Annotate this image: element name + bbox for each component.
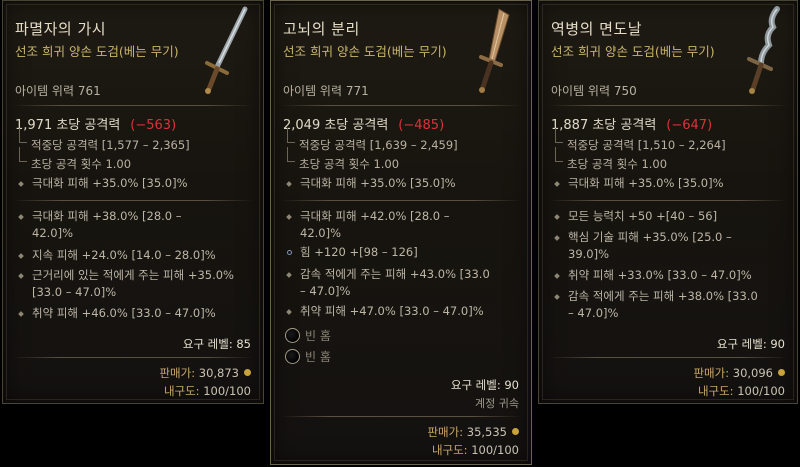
item-name: 역병의 면도날: [551, 20, 643, 38]
item-power: 아이템 위력 761: [15, 84, 101, 98]
dps-line: 1,887 초당 공격력 (−647): [551, 114, 712, 133]
socket-icon: [285, 349, 300, 364]
account-bound: 계정 귀속: [475, 397, 519, 410]
affix-4: 취약 피해 +47.0% [33.0 – 47.0]%: [286, 303, 517, 320]
sell-price: 판매가: 35,535: [427, 424, 519, 440]
tooltip-header: 역병의 면도날 선조 희귀 양손 도검(베는 무기) 아이템 위력 750: [539, 1, 797, 103]
item-power: 아이템 위력 750: [551, 84, 637, 98]
divider: [549, 357, 787, 358]
dps-value: 1,887 초당 공격력: [551, 118, 657, 133]
empty-socket-2[interactable]: 빈 홈: [285, 348, 331, 366]
dps-line: 1,971 초당 공격력 (−563): [15, 114, 176, 133]
affix-1: 극대화 피해 +42.0% [28.0 – 42.0]%: [286, 208, 487, 242]
gold-coin-icon: [244, 369, 251, 376]
divider: [281, 416, 521, 417]
affix-1: 극대화 피해 +38.0% [28.0 – 42.0]%: [18, 208, 219, 242]
divider: [13, 200, 253, 201]
affix-1: 모든 능력치 +50 +[40 – 56]: [554, 208, 785, 225]
sell-price: 판매가: 30,873: [159, 365, 251, 381]
implicit-affix: 극대화 피해 +35.0% [35.0]%: [18, 175, 249, 192]
item-power: 아이템 위력 771: [283, 84, 369, 98]
divider: [13, 105, 253, 106]
two-handed-sword-icon: [479, 8, 510, 93]
item-tooltip-1: 파멸자의 가시 선조 희귀 양손 도검(베는 무기) 아이템 위력 761 1,…: [2, 0, 264, 404]
required-level: 요구 레벨: 90: [450, 378, 519, 392]
divider: [549, 105, 787, 106]
dps-value: 1,971 초당 공격력: [15, 118, 121, 133]
divider: [13, 357, 253, 358]
attacks-per-second: 초당 공격 횟수 1.00: [555, 147, 667, 172]
socket-icon: [285, 328, 300, 343]
affix-3: 감속 적에게 주는 피해 +43.0% [33.0 – 47.0]%: [286, 266, 497, 300]
affix-2: 힘 +120 +[98 – 126]: [287, 244, 517, 261]
two-handed-sword-icon: [747, 6, 780, 94]
affix-4: 감속 적에게 주는 피해 +38.0% [33.0 – 47.0]%: [554, 288, 760, 322]
durability: 내구도: 100/100: [163, 384, 251, 398]
attacks-per-second: 초당 공격 횟수 1.00: [287, 147, 399, 172]
empty-socket-1[interactable]: 빈 홈: [285, 327, 331, 345]
attacks-per-second: 초당 공격 횟수 1.00: [19, 147, 131, 172]
dps-delta: (−563): [130, 118, 177, 133]
item-type: 선조 희귀 양손 도검(베는 무기): [15, 44, 179, 59]
dps-delta: (−485): [398, 118, 445, 133]
required-level: 요구 레벨: 90: [716, 337, 785, 351]
gold-coin-icon: [512, 428, 519, 435]
durability: 내구도: 100/100: [431, 443, 519, 457]
affix-2: 지속 피해 +24.0% [14.0 – 28.0]%: [18, 247, 249, 264]
dps-line: 2,049 초당 공격력 (−485): [283, 114, 444, 133]
damage-per-hit: 적중당 공격력 [1,510 – 2,264]: [555, 128, 726, 153]
affix-2: 핵심 기술 피해 +35.0% [25.0 – 39.0]%: [554, 229, 765, 263]
divider: [281, 105, 521, 106]
implicit-affix: 극대화 피해 +35.0% [35.0]%: [554, 175, 785, 192]
divider: [281, 200, 521, 201]
dps-value: 2,049 초당 공격력: [283, 118, 389, 133]
item-tooltip-3: 역병의 면도날 선조 희귀 양손 도검(베는 무기) 아이템 위력 750 1,…: [538, 0, 798, 404]
two-handed-sword-icon: [205, 6, 248, 94]
durability: 내구도: 100/100: [697, 384, 785, 398]
affix-3: 근거리에 있는 적에게 주는 피해 +35.0% [33.0 – 47.0]%: [18, 267, 234, 301]
affix-4: 취약 피해 +46.0% [33.0 – 47.0]%: [18, 305, 249, 322]
item-name: 파멸자의 가시: [15, 20, 107, 38]
gold-coin-icon: [778, 369, 785, 376]
implicit-affix: 극대화 피해 +35.0% [35.0]%: [286, 175, 517, 192]
dps-delta: (−647): [666, 118, 713, 133]
item-tooltip-2: 고뇌의 분리 선조 희귀 양손 도검(베는 무기) 아이템 위력 771 2,0…: [270, 0, 532, 465]
required-level: 요구 레벨: 85: [182, 337, 251, 351]
affix-3: 취약 피해 +33.0% [33.0 – 47.0]%: [554, 267, 785, 284]
tooltip-header: 고뇌의 분리 선조 희귀 양손 도검(베는 무기) 아이템 위력 771: [271, 1, 531, 103]
damage-per-hit: 적중당 공격력 [1,639 – 2,459]: [287, 128, 458, 153]
divider: [549, 200, 787, 201]
tooltip-header: 파멸자의 가시 선조 희귀 양손 도검(베는 무기) 아이템 위력 761: [3, 1, 263, 103]
item-type: 선조 희귀 양손 도검(베는 무기): [283, 44, 447, 59]
sell-price: 판매가: 30,096: [693, 365, 785, 381]
damage-per-hit: 적중당 공격력 [1,577 – 2,365]: [19, 128, 190, 153]
item-name: 고뇌의 분리: [283, 20, 360, 38]
item-type: 선조 희귀 양손 도검(베는 무기): [551, 44, 715, 59]
